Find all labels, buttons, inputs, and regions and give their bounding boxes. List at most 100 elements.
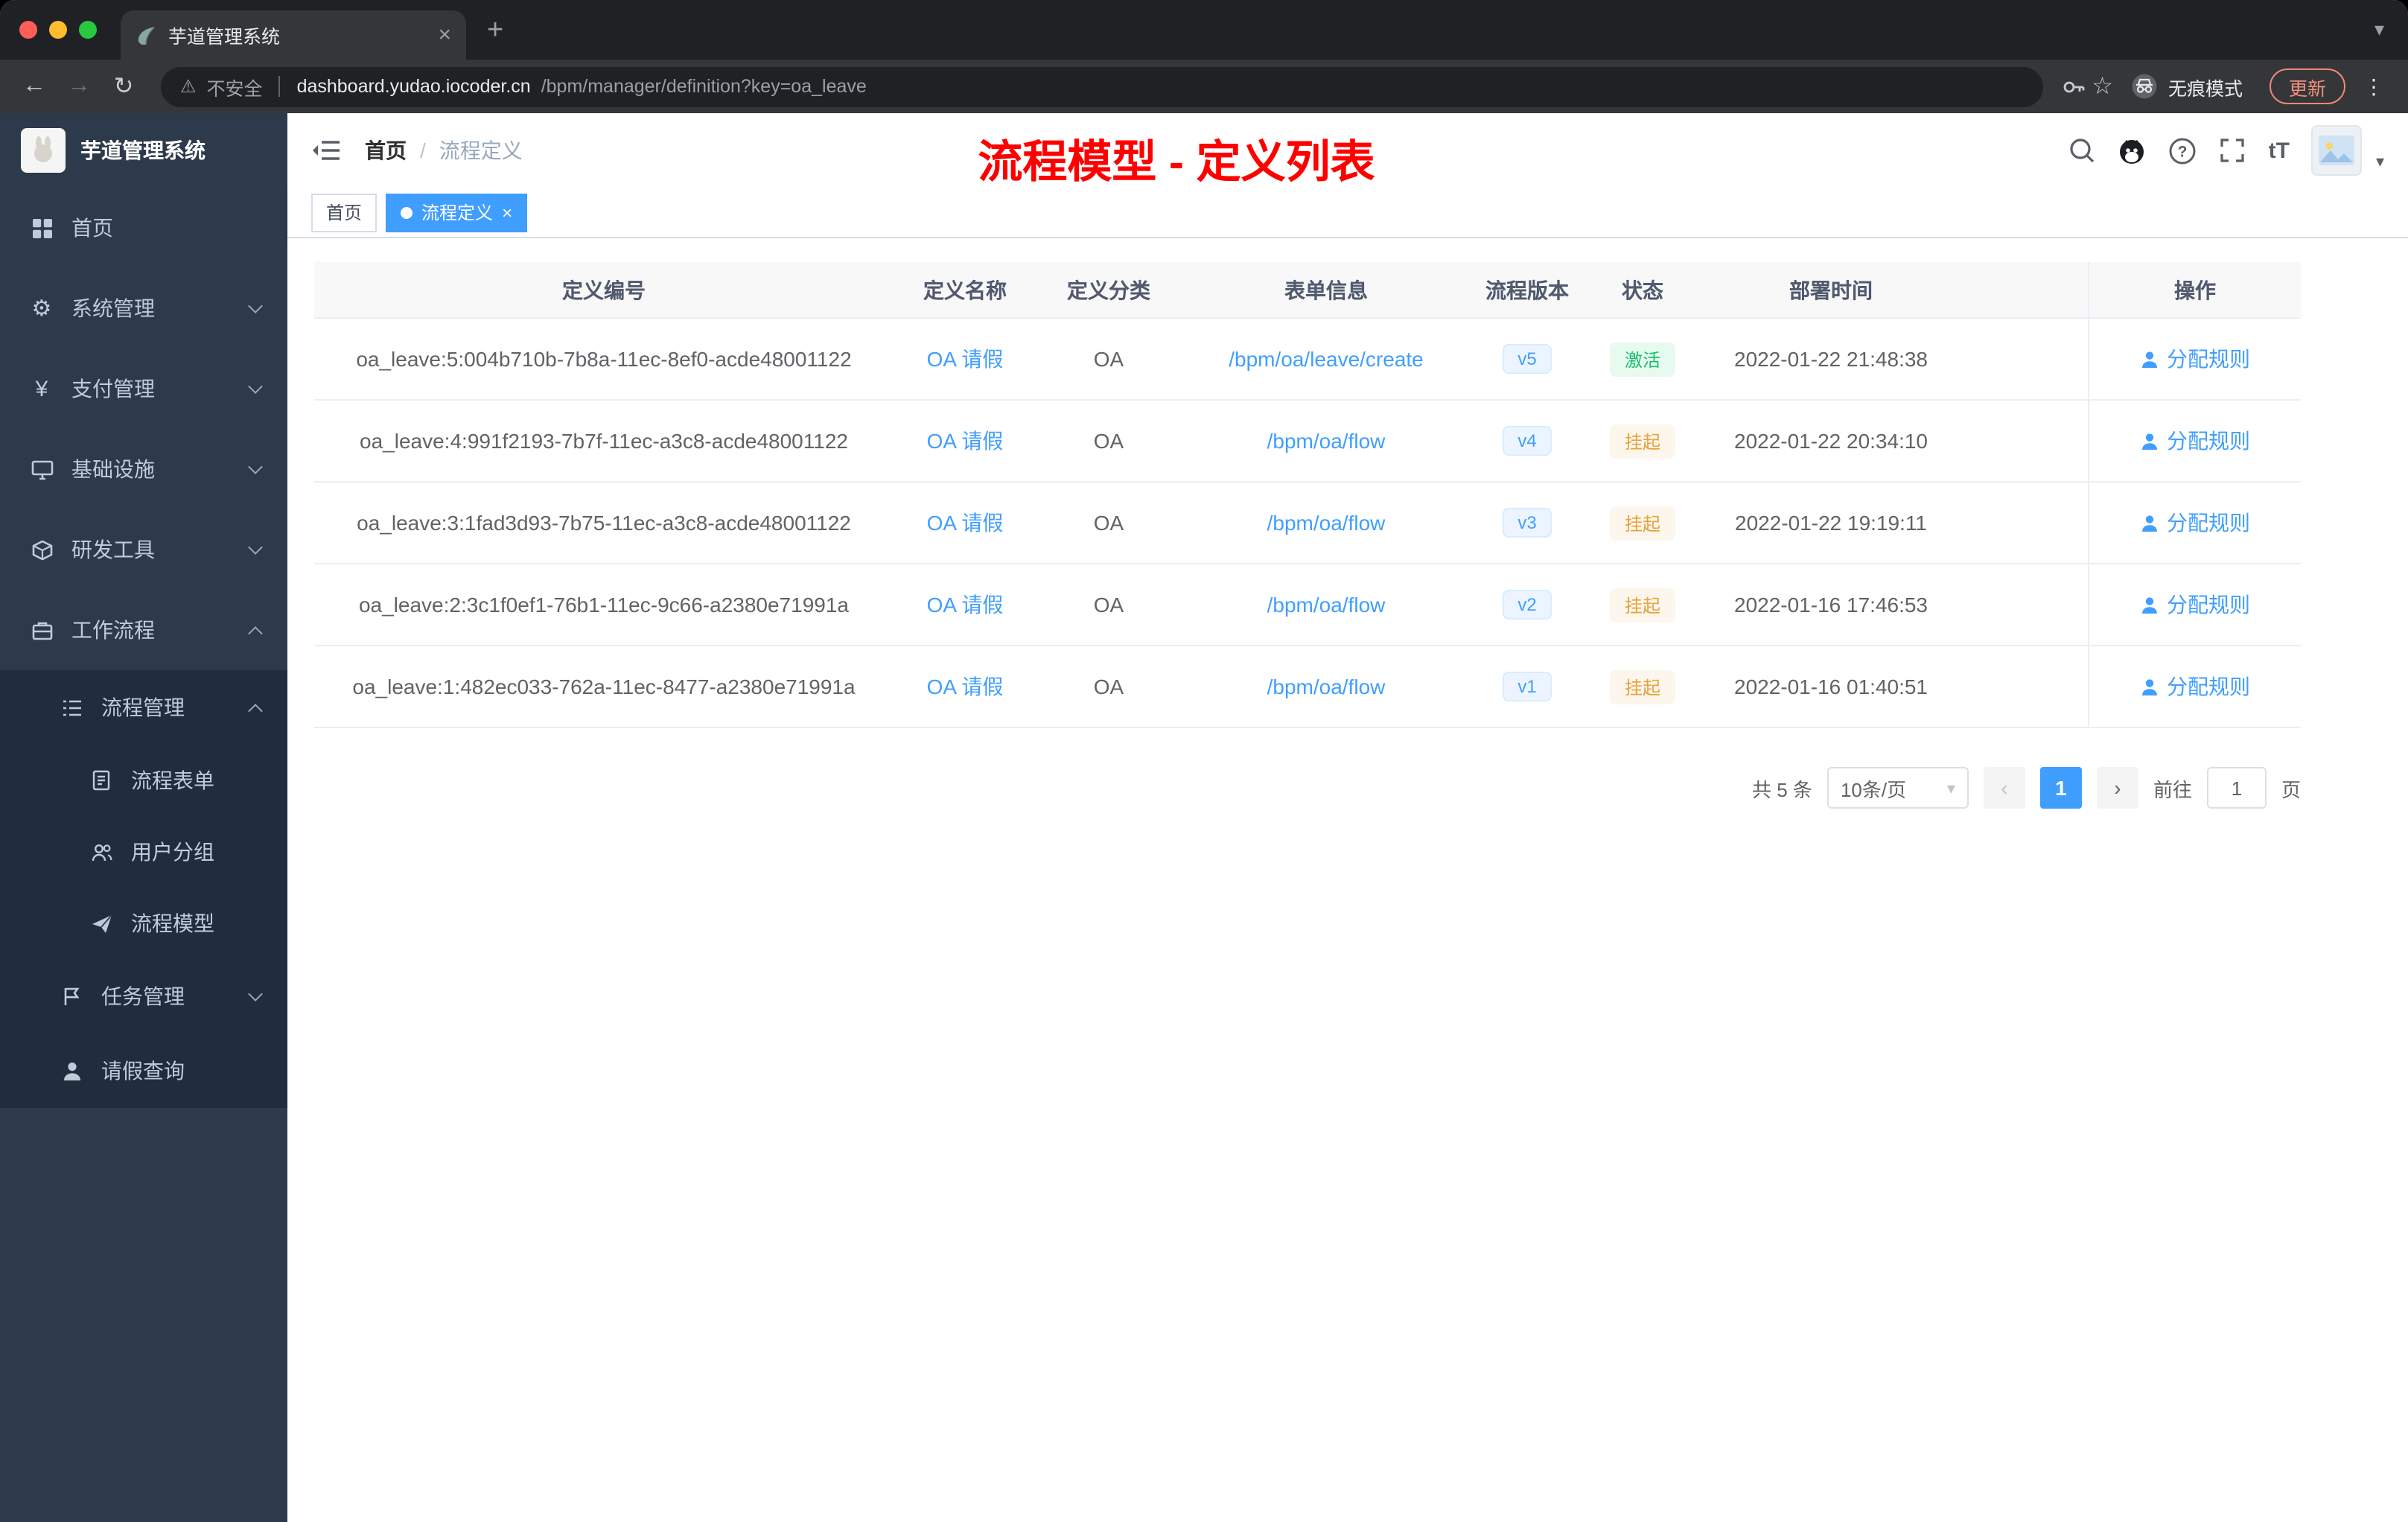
page-content: 定义编号 定义名称 定义分类 表单信息 流程版本 状态 部署时间 操作 oa_l…	[287, 238, 2408, 1522]
person-icon	[60, 1060, 83, 1082]
next-page-button[interactable]: ›	[2096, 767, 2138, 809]
browser-window: 芋道管理系统 × + ▾ ← → ↻ ⚠ 不安全 dashboard.yudao…	[0, 0, 2408, 1522]
back-icon[interactable]: ←	[15, 73, 54, 100]
goto-page-input[interactable]	[2206, 767, 2267, 809]
definition-name-link[interactable]: OA 请假	[894, 564, 1036, 645]
tab-search-chevron-icon[interactable]: ▾	[2374, 18, 2384, 42]
new-tab-button[interactable]: +	[487, 16, 503, 44]
avatar-caret-icon[interactable]: ▾	[2376, 151, 2384, 171]
sidebar-item-process-form[interactable]: 流程表单	[0, 745, 287, 816]
sidebar-item-payment[interactable]: ¥ 支付管理	[0, 348, 287, 429]
status-badge: 挂起	[1609, 424, 1675, 458]
version-badge: v1	[1503, 672, 1552, 701]
deploy-time: 2022-01-22 19:19:11	[1735, 511, 1927, 535]
form-link[interactable]: /bpm/oa/leave/create	[1181, 319, 1471, 399]
definition-name-link[interactable]: OA 请假	[894, 483, 1036, 563]
sidebar-item-label: 流程管理	[101, 695, 185, 719]
page-size-select[interactable]: 10条/页 ▾	[1826, 767, 1969, 809]
chevron-up-icon	[248, 625, 263, 640]
sidebar-logo[interactable]: 芋道管理系统	[0, 113, 287, 188]
assign-rule-link[interactable]: 分配规则	[2167, 426, 2250, 456]
col-header: 流程版本	[1485, 278, 1569, 302]
tag-close-icon[interactable]: ×	[502, 203, 512, 221]
search-icon[interactable]	[2069, 137, 2096, 164]
definition-id: oa_leave:2:3c1f0ef1-76b1-11ec-9c66-a2380…	[358, 593, 849, 617]
sidebar-item-home[interactable]: 首页	[0, 188, 287, 268]
breadcrumb-home[interactable]: 首页	[365, 136, 407, 165]
incognito-badge: 无痕模式	[2131, 72, 2243, 101]
status-cell: 挂起	[1583, 646, 1702, 727]
col-header: 操作	[2088, 262, 2301, 317]
assign-rule-link[interactable]: 分配规则	[2167, 344, 2250, 374]
help-icon[interactable]: ?	[2169, 136, 2197, 165]
sidebar-item-system[interactable]: ⚙ 系统管理	[0, 268, 287, 348]
minimize-window-button[interactable]	[49, 21, 67, 39]
sidebar-item-process-management[interactable]: 流程管理	[0, 670, 287, 745]
sidebar-item-leave-query[interactable]: 请假查询	[0, 1034, 287, 1108]
assign-user-icon	[2142, 433, 2157, 449]
flag-icon	[60, 986, 83, 1007]
form-link[interactable]: /bpm/oa/flow	[1181, 564, 1471, 645]
col-header: 表单信息	[1284, 278, 1368, 302]
col-header: 定义名称	[923, 278, 1007, 302]
sidebar-item-label: 研发工具	[71, 538, 155, 561]
sidebar-item-user-group[interactable]: 用户分组	[0, 816, 287, 888]
definition-category: OA	[1093, 347, 1124, 371]
sidebar-toggle-icon[interactable]	[311, 137, 341, 164]
zoom-window-button[interactable]	[79, 21, 97, 39]
browser-tab[interactable]: 芋道管理系统 ×	[121, 10, 466, 60]
sidebar-item-workflow[interactable]: 工作流程	[0, 590, 287, 670]
url-path: /bpm/manager/definition?key=oa_leave	[541, 76, 867, 97]
tag-home[interactable]: 首页	[311, 193, 378, 232]
status-badge: 挂起	[1609, 669, 1675, 704]
app-root: 芋道管理系统 首页 ⚙ 系统管理 ¥ 支付管理 基础设施 研发工具 工作流程 流…	[0, 113, 2408, 1522]
assign-rule-link[interactable]: 分配规则	[2167, 508, 2250, 538]
update-chrome-button[interactable]: 更新	[2269, 69, 2345, 104]
table-row: oa_leave:2:3c1f0ef1-76b1-11ec-9c66-a2380…	[314, 564, 2301, 646]
version-badge: v4	[1503, 426, 1552, 456]
fullscreen-icon[interactable]	[2220, 137, 2246, 164]
sidebar-item-task-management[interactable]: 任务管理	[0, 959, 287, 1034]
definition-name-link[interactable]: OA 请假	[894, 646, 1036, 727]
assign-rule-link[interactable]: 分配规则	[2167, 590, 2250, 620]
sidebar-item-devtools[interactable]: 研发工具	[0, 509, 287, 590]
version-cell: v2	[1471, 564, 1583, 645]
definition-category: OA	[1093, 593, 1124, 617]
col-header-spacer	[1960, 262, 2088, 317]
address-bar[interactable]: ⚠ 不安全 dashboard.yudao.iocoder.cn/bpm/man…	[161, 66, 2043, 106]
tab-close-icon[interactable]: ×	[438, 24, 451, 46]
assign-user-icon	[2142, 678, 2157, 695]
browser-menu-icon[interactable]: ⋮	[2363, 74, 2384, 99]
form-link[interactable]: /bpm/oa/flow	[1181, 483, 1471, 563]
form-link[interactable]: /bpm/oa/flow	[1181, 401, 1471, 481]
row-spacer	[1960, 319, 2088, 399]
definition-category: OA	[1093, 511, 1124, 535]
operation-cell: 分配规则	[2088, 483, 2301, 563]
sidebar-item-label: 工作流程	[71, 618, 155, 642]
form-link[interactable]: /bpm/oa/flow	[1181, 646, 1471, 727]
definition-name-link[interactable]: OA 请假	[894, 319, 1036, 399]
tag-process-definition[interactable]: 流程定义 ×	[386, 193, 528, 232]
definition-name-link[interactable]: OA 请假	[894, 401, 1036, 481]
sidebar-item-process-model[interactable]: 流程模型	[0, 888, 287, 959]
goto-unit: 页	[2281, 778, 2301, 800]
definition-id: oa_leave:3:1fad3d93-7b75-11ec-a3c8-acde4…	[357, 511, 851, 535]
avatar[interactable]	[2311, 125, 2363, 176]
chevron-down-icon	[248, 379, 263, 394]
cube-icon	[30, 538, 54, 561]
prev-page-button[interactable]: ‹	[1983, 767, 2025, 809]
font-size-icon[interactable]: tT	[2269, 138, 2290, 163]
assign-rule-link[interactable]: 分配规则	[2167, 672, 2250, 701]
app-navbar: 首页 / 流程定义 流程模型 - 定义列表 ? tT ▾	[287, 113, 2408, 188]
page-number-button[interactable]: 1	[2039, 767, 2082, 809]
github-icon[interactable]	[2118, 136, 2147, 165]
close-window-button[interactable]	[19, 21, 37, 39]
col-header: 定义编号	[562, 278, 646, 302]
forward-icon[interactable]: →	[60, 73, 98, 100]
row-spacer	[1960, 401, 2088, 481]
passkey-icon[interactable]	[2060, 74, 2086, 99]
deploy-time: 2022-01-16 01:40:51	[1734, 675, 1928, 698]
bookmark-star-icon[interactable]: ☆	[2092, 71, 2113, 101]
sidebar-item-infrastructure[interactable]: 基础设施	[0, 429, 287, 509]
refresh-icon[interactable]: ↻	[104, 71, 143, 101]
